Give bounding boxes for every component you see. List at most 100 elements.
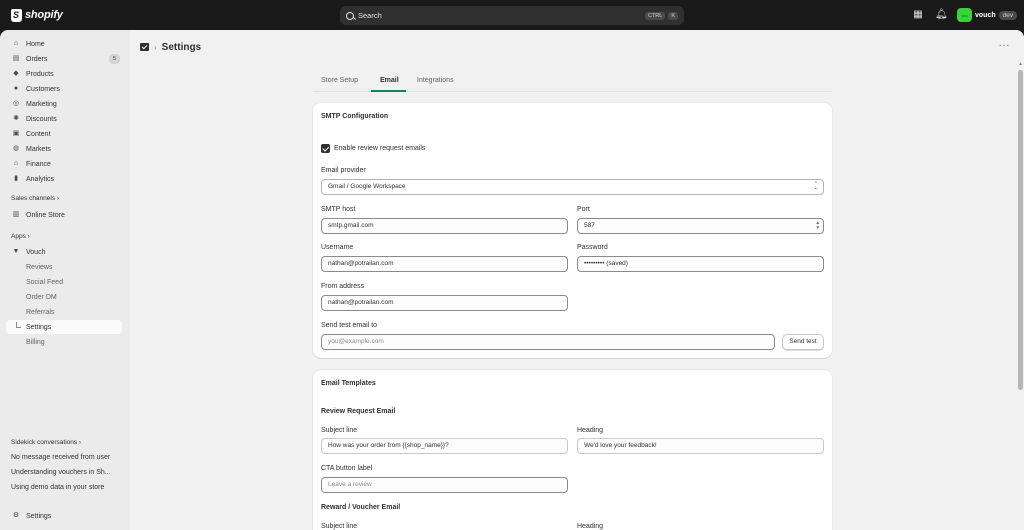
tag-icon: ◆ bbox=[13, 70, 19, 77]
sidebar-item-label: Discounts bbox=[26, 115, 57, 123]
provider-value: Gmail / Google Workspace bbox=[328, 183, 406, 190]
sidebar-item-label: Marketing bbox=[26, 100, 57, 108]
sidekick-conversation[interactable]: Understanding vouchers in Sh... bbox=[11, 469, 111, 476]
subject-input[interactable]: How was your order from {{shop_name}}? bbox=[321, 438, 568, 454]
test-email-label: Send test email to bbox=[321, 322, 378, 329]
smtp-card: SMTP Configuration Enable review request… bbox=[313, 103, 832, 358]
sidebar-item-home[interactable]: ⌂ Home bbox=[6, 37, 122, 51]
select-chevron-icon: ⌃ ⌄ bbox=[813, 181, 818, 191]
sidebar-item-referrals[interactable]: Referrals bbox=[6, 305, 122, 319]
sidebar-item-label: Analytics bbox=[26, 175, 55, 183]
account-menu[interactable]: vou vouch dev bbox=[957, 8, 1018, 22]
scroll-up-arrow[interactable]: ▲ bbox=[1018, 61, 1023, 67]
password-label: Password bbox=[577, 244, 608, 251]
username-input[interactable]: nathan@potrailan.com bbox=[321, 256, 568, 272]
test-email-input[interactable]: you@example.com bbox=[321, 334, 775, 350]
sidebar-item-marketing[interactable]: ◎ Marketing bbox=[6, 97, 122, 111]
heading-label: Heading bbox=[577, 427, 604, 434]
sidebar-item-label: Customers bbox=[26, 85, 60, 93]
sidebar-item-vouch[interactable]: ▼ Vouch bbox=[6, 245, 122, 259]
sidebar-item-discounts[interactable]: ✺ Discounts bbox=[6, 112, 122, 126]
sidebar-item-social-feed[interactable]: Social Feed bbox=[6, 275, 122, 289]
home-icon: ⌂ bbox=[13, 40, 19, 47]
sidebar-item-label: Settings bbox=[26, 512, 52, 520]
top-bar: shopify Search CTRL K ▦ 🔔︎ vou vouch dev bbox=[0, 0, 1024, 30]
sidekick-conversation[interactable]: Using demo data in your store bbox=[11, 484, 104, 491]
chart-icon: ▮ bbox=[14, 175, 18, 182]
sidebar-item-finance[interactable]: ⌂ Finance bbox=[6, 157, 122, 171]
enable-emails-label: Enable review request emails bbox=[334, 145, 426, 152]
from-address-label: From address bbox=[321, 283, 365, 290]
target-icon: ◎ bbox=[12, 100, 20, 107]
shopify-bag-icon bbox=[11, 8, 22, 22]
reward-heading-label: Heading bbox=[577, 523, 604, 530]
search-bar[interactable]: Search CTRL K bbox=[340, 6, 684, 25]
cta-input[interactable]: Leave a review bbox=[321, 477, 568, 493]
sidebar-item-content[interactable]: ▣ Content bbox=[6, 127, 122, 141]
dev-badge: dev bbox=[998, 10, 1018, 20]
email-provider-select[interactable]: Gmail / Google Workspace ⌃ ⌄ bbox=[321, 179, 824, 195]
heading-input[interactable]: We'd love your feedback! bbox=[577, 438, 824, 454]
sidekick-conversation[interactable]: No message received from user bbox=[11, 454, 110, 461]
sidebar-item-app-settings[interactable]: Settings bbox=[6, 320, 122, 334]
shopify-logo[interactable]: shopify bbox=[11, 8, 63, 22]
port-input[interactable]: 587 ▲ ▼ bbox=[577, 218, 824, 234]
vouch-app-icon[interactable] bbox=[140, 43, 149, 51]
sidebar-item-customers[interactable]: ● Customers bbox=[6, 82, 122, 96]
reward-email-heading: Reward / Voucher Email bbox=[321, 504, 401, 511]
scrollbar[interactable] bbox=[1018, 70, 1023, 390]
cta-label: CTA button label bbox=[321, 465, 373, 472]
sidebar-item-settings[interactable]: ⚙ Settings bbox=[6, 509, 122, 523]
sidebar-item-online-store[interactable]: ▥ Online Store bbox=[6, 208, 122, 222]
sidebar: ⌂ Home ▤ Orders 5 ◆ Products ● Customers ◎ Mar… bbox=[0, 30, 130, 530]
subnav-connector bbox=[16, 322, 21, 328]
username-label: Username bbox=[321, 244, 354, 251]
sidebar-item-order-dm[interactable]: Order DM bbox=[6, 290, 122, 304]
from-address-input[interactable]: nathan@potrailan.com bbox=[321, 295, 568, 311]
account-name: vouch bbox=[975, 11, 996, 19]
sidebar-item-label: Content bbox=[26, 130, 51, 138]
bell-icon[interactable]: 🔔︎ bbox=[935, 9, 948, 21]
email-templates-card: Email Templates Review Request Email Sub… bbox=[313, 370, 832, 530]
password-input[interactable]: ••••••••• (saved) bbox=[577, 256, 824, 272]
storefront-icon: ▥ bbox=[12, 211, 20, 218]
app-shell: ⌂ Home ▤ Orders 5 ◆ Products ● Customers ◎ Mar… bbox=[0, 30, 1024, 530]
sidebar-item-label: Products bbox=[26, 70, 54, 78]
orders-count-badge: 5 bbox=[109, 54, 120, 64]
brand-name: shopify bbox=[25, 9, 63, 21]
smtp-host-input[interactable]: smtp.gmail.com bbox=[321, 218, 568, 234]
active-tab-indicator bbox=[371, 90, 406, 92]
tab-integrations[interactable]: Integrations bbox=[417, 77, 454, 84]
settings-tabs: Store Setup Email Integrations bbox=[313, 74, 832, 92]
more-actions-icon[interactable]: ··· bbox=[999, 40, 1011, 51]
page-title: Settings bbox=[161, 41, 202, 53]
sidebar-item-billing[interactable]: Billing bbox=[6, 335, 122, 349]
sidebar-item-label: Markets bbox=[26, 145, 51, 153]
chevron-right-icon: › bbox=[154, 42, 157, 52]
shortcut-ctrl: CTRL bbox=[644, 11, 666, 20]
shortcut-k: K bbox=[668, 11, 678, 20]
sales-channels-heading[interactable]: Sales channels › bbox=[11, 195, 59, 202]
reward-subject-label: Subject line bbox=[321, 523, 358, 530]
search-icon bbox=[346, 11, 354, 20]
sidebar-item-label: Online Store bbox=[26, 211, 65, 219]
smtp-host-label: SMTP host bbox=[321, 206, 356, 213]
sidebar-item-markets[interactable]: ◍ Markets bbox=[6, 142, 122, 156]
store-icon[interactable]: ▦ bbox=[912, 9, 924, 21]
sidebar-item-analytics[interactable]: ▮ Analytics bbox=[6, 172, 122, 186]
apps-heading[interactable]: Apps › bbox=[11, 233, 30, 240]
card-title: Email Templates bbox=[321, 380, 376, 387]
sidekick-heading[interactable]: Sidekick conversations › bbox=[11, 439, 81, 446]
enable-emails-checkbox[interactable] bbox=[321, 144, 330, 153]
sidebar-item-orders[interactable]: ▤ Orders 5 bbox=[6, 52, 122, 66]
sidebar-item-label: Finance bbox=[26, 160, 51, 168]
tab-email[interactable]: Email bbox=[380, 77, 399, 84]
sidebar-item-reviews[interactable]: Reviews bbox=[6, 260, 122, 274]
port-label: Port bbox=[577, 206, 590, 213]
send-test-button[interactable]: Send test bbox=[782, 334, 824, 350]
sidebar-item-products[interactable]: ◆ Products bbox=[6, 67, 122, 81]
port-stepper-icon[interactable]: ▲ ▼ bbox=[816, 220, 820, 230]
sidebar-item-label: Vouch bbox=[26, 248, 46, 256]
tab-store-setup[interactable]: Store Setup bbox=[321, 77, 358, 84]
port-value: 587 bbox=[584, 222, 595, 229]
